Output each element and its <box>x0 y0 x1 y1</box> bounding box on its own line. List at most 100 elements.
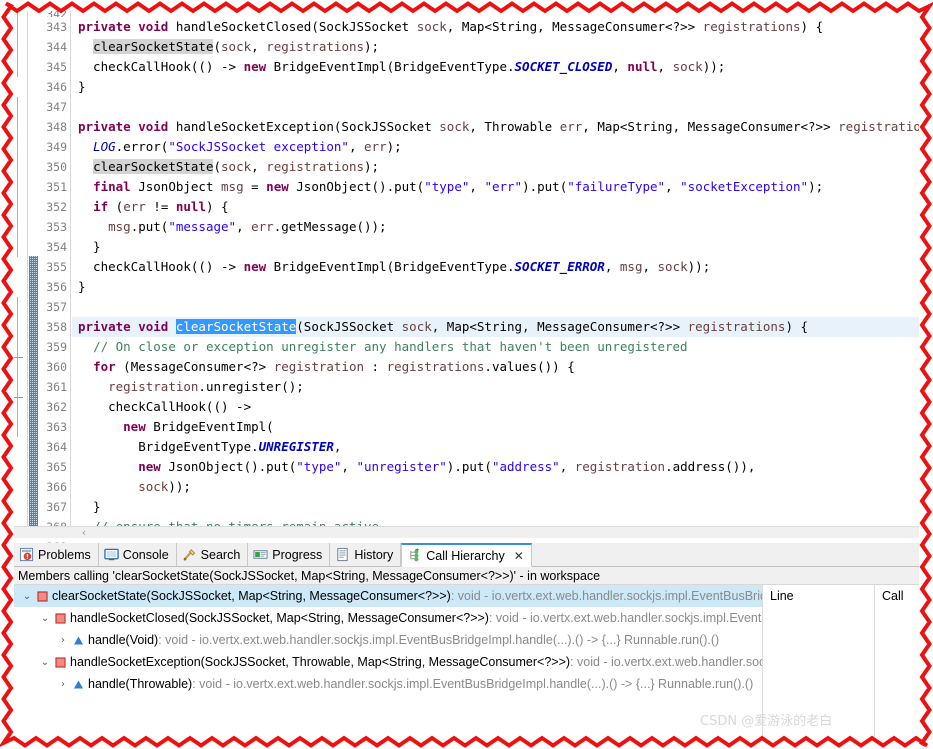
code-line[interactable]: } <box>72 237 919 257</box>
call-hierarchy-member-name: handle(Void) <box>88 633 159 647</box>
call-hierarchy-member-name: handleSocketClosed(SockJSSocket, Map<Str… <box>70 611 489 625</box>
line-number: 350 <box>46 160 67 174</box>
code-line[interactable]: checkCallHook(() -> <box>72 397 919 417</box>
tab-label: Call Hierarchy <box>426 548 505 563</box>
editor-marker-column[interactable] <box>14 11 28 526</box>
call-hierarchy-row[interactable]: ⌄ clearSocketState(SockJSSocket, Map<Stri… <box>14 585 762 607</box>
tab-problems[interactable]: Problems <box>14 543 99 566</box>
column-header-call[interactable]: Call <box>874 585 919 607</box>
editor-line-number-ruler: 342 343344345346347348349350351352353354… <box>38 11 71 674</box>
progress-icon <box>253 547 268 562</box>
method-private-icon <box>52 656 68 668</box>
call-hierarchy-member-signature: : void - io.vertx.ext.web.handler.sockjs… <box>192 677 754 691</box>
call-hierarchy-description: Members calling 'clearSocketState(SockJS… <box>14 567 919 585</box>
line-number: 352 <box>46 200 67 214</box>
eclipse-ide-window: 342 343344345346347348349350351352353354… <box>14 11 919 737</box>
line-number: 366 <box>46 480 67 494</box>
editor-horizontal-scrollbar[interactable]: ‹ <box>14 526 919 539</box>
line-number: 344 <box>46 40 67 54</box>
call-hierarchy-row[interactable]: ⌄ handleSocketClosed(SockJSSocket, Map<St… <box>14 607 762 629</box>
code-line[interactable]: BridgeEventType.UNREGISTER, <box>72 437 919 457</box>
chevron-right-icon[interactable]: › <box>56 679 70 690</box>
code-line[interactable]: sock)); <box>72 477 919 497</box>
column-separator[interactable] <box>874 585 875 737</box>
call-hierarchy-member-signature: : void - io.vertx.ext.web.handler.sockjs… <box>450 589 762 603</box>
call-hierarchy-row[interactable]: ⌄ handleSocketException(SockJSSocket, Thr… <box>14 651 762 673</box>
line-number: 363 <box>46 420 67 434</box>
folding-mark[interactable] <box>14 397 23 398</box>
line-number: 358 <box>46 320 67 334</box>
line-number: 348 <box>46 120 67 134</box>
chevron-left-icon[interactable]: ‹ <box>78 527 90 539</box>
tree-rows[interactable]: ⌄ clearSocketState(SockJSSocket, Map<Stri… <box>14 585 762 695</box>
line-number: 359 <box>46 340 67 354</box>
view-tab-bar[interactable]: Problems Console Search Progress History Call… <box>14 543 919 567</box>
line-number: 347 <box>46 100 67 114</box>
column-header-line[interactable]: Line <box>762 585 874 607</box>
code-line[interactable]: checkCallHook(() -> new BridgeEventImpl(… <box>72 57 919 77</box>
code-line[interactable]: new JsonObject().put("type", "unregister… <box>72 457 919 477</box>
call-hierarchy-member-signature: : void - io.vertx.ext.web.handler.sockjs… <box>488 611 762 625</box>
folding-line <box>17 11 18 77</box>
chevron-down-icon[interactable]: ⌄ <box>38 657 52 668</box>
tab-call-hierarchy[interactable]: Call Hierarchy ✕ <box>401 543 532 567</box>
editor-code-area[interactable]: private void handleSocketClosed(SockJSSo… <box>72 11 919 526</box>
tab-progress[interactable]: Progress <box>248 543 331 566</box>
code-line[interactable]: // On close or exception unregister any … <box>72 337 919 357</box>
tab-console[interactable]: Console <box>98 543 177 566</box>
line-number: 355 <box>46 260 67 274</box>
call-hierarchy-row[interactable]: › handle(Throwable) : void - io.vertx.ext… <box>14 673 762 695</box>
chevron-down-icon[interactable]: ⌄ <box>38 613 52 624</box>
folding-mark[interactable] <box>14 357 23 358</box>
code-line[interactable]: private void handleSocketClosed(SockJSSo… <box>72 17 919 37</box>
code-line[interactable]: clearSocketState(sock, registrations); <box>72 37 919 57</box>
close-icon[interactable]: ✕ <box>514 549 524 563</box>
problems-icon <box>19 547 34 562</box>
code-line[interactable]: } <box>72 497 919 517</box>
console-icon <box>104 547 119 562</box>
watermark: CSDN @爱游泳的老白 <box>700 714 833 729</box>
chevron-right-icon[interactable]: › <box>56 635 70 646</box>
history-icon <box>335 547 350 562</box>
line-number: 357 <box>46 300 67 314</box>
line-number: 362 <box>46 400 67 414</box>
code-line[interactable]: } <box>72 277 919 297</box>
code-line[interactable]: if (err != null) { <box>72 197 919 217</box>
tab-history[interactable]: History <box>330 543 402 566</box>
call-hierarchy-icon <box>407 548 422 563</box>
code-line[interactable]: // ensure that no timers remain active <box>72 517 919 526</box>
tab-label: Problems <box>38 547 91 562</box>
call-hierarchy-member-name: clearSocketState(SockJSSocket, Map<Strin… <box>52 589 451 603</box>
code-line[interactable]: registration.unregister(); <box>72 377 919 397</box>
folding-line <box>17 297 18 437</box>
tab-search[interactable]: Search <box>176 543 249 566</box>
method-private-icon <box>52 612 68 624</box>
call-hierarchy-row[interactable]: › handle(Void) : void - io.vertx.ext.web.… <box>14 629 762 651</box>
chevron-down-icon[interactable]: ⌄ <box>20 591 34 602</box>
code-line[interactable]: new BridgeEventImpl( <box>72 417 919 437</box>
line-number: 364 <box>46 440 67 454</box>
call-hierarchy-member-signature: : void - io.vertx.ext.web.handler.sockjs… <box>570 655 762 669</box>
bottom-view-stack: Problems Console Search Progress History Call… <box>14 543 919 737</box>
line-number: 351 <box>46 180 67 194</box>
line-number: 353 <box>46 220 67 234</box>
folding-line <box>17 97 18 257</box>
method-anonymous-icon <box>70 635 86 646</box>
code-line[interactable]: private void handleSocketException(SockJ… <box>72 117 919 137</box>
code-line[interactable]: for (MessageConsumer<?> registration : r… <box>72 357 919 377</box>
search-icon <box>182 547 197 562</box>
java-editor[interactable]: 342 343344345346347348349350351352353354… <box>14 11 919 674</box>
code-line[interactable]: final JsonObject msg = new JsonObject().… <box>72 177 919 197</box>
code-line[interactable]: LOG.error("SockJSSocket exception", err)… <box>72 137 919 157</box>
code-line[interactable]: checkCallHook(() -> new BridgeEventImpl(… <box>72 257 919 277</box>
line-number: 354 <box>46 240 67 254</box>
line-number: 367 <box>46 500 67 514</box>
code-line[interactable]: } <box>72 77 919 97</box>
line-number: 360 <box>46 360 67 374</box>
call-hierarchy-member-signature: : void - io.vertx.ext.web.handler.sockjs… <box>158 633 720 647</box>
code-line[interactable]: private void clearSocketState(SockJSSock… <box>72 317 919 337</box>
code-line[interactable]: clearSocketState(sock, registrations); <box>72 157 919 177</box>
code-line[interactable]: msg.put("message", err.getMessage()); <box>72 217 919 237</box>
code-line[interactable] <box>72 97 919 117</box>
code-line[interactable] <box>72 297 919 317</box>
